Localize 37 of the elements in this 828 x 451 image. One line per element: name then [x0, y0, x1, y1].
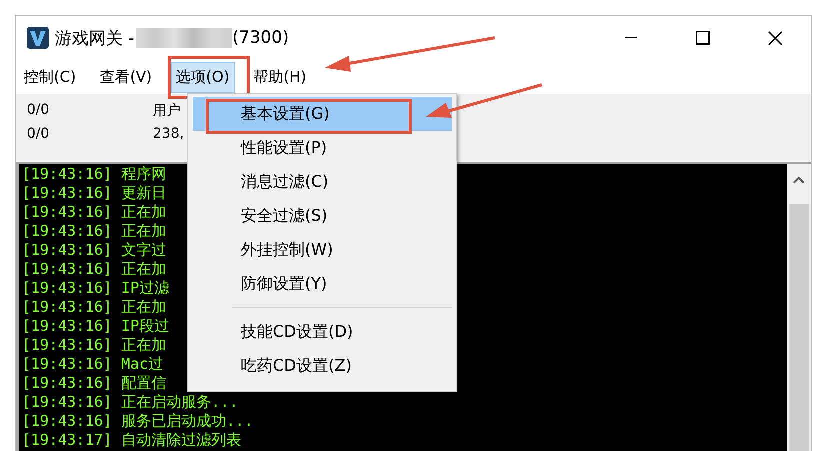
app-logo-icon — [27, 27, 49, 49]
log-line: [19:43:16] 正在加 — [22, 336, 166, 355]
log-line: [19:43:16] 配置信 — [22, 374, 166, 393]
log-line: [19:43:16] 服务已启动成功... — [22, 412, 254, 431]
dropdown-item[interactable]: 消息过滤(C) — [193, 165, 452, 199]
status-text: 0/0 — [27, 126, 50, 144]
menu-item[interactable]: 帮助(H) — [248, 62, 312, 92]
log-line: [19:43:16] IP段过 — [22, 317, 170, 336]
log-line: [19:43:16] IP过滤 — [22, 279, 170, 298]
dropdown-item[interactable]: 性能设置(P) — [193, 131, 452, 165]
close-icon — [768, 30, 782, 46]
dropdown-item[interactable]: 吃药CD设置(Z) — [193, 349, 452, 383]
scroll-up-icon[interactable] — [793, 176, 805, 184]
log-line: [19:43:16] Mac过 — [22, 355, 164, 374]
window-title: 游戏网关 - (7300) — [55, 27, 290, 50]
log-line: [19:43:16] 更新日 — [22, 184, 166, 203]
status-text: 用户 — [153, 102, 181, 121]
log-line: [19:43:16] 文字过 — [22, 241, 166, 260]
status-text: 0/0 — [27, 102, 50, 120]
dropdown-item[interactable]: 安全过滤(S) — [193, 199, 452, 233]
log-line: [19:43:16] 正在加 — [22, 298, 166, 317]
dropdown-item[interactable]: 技能CD设置(D) — [193, 315, 452, 349]
menu-item[interactable]: 控制(C) — [19, 62, 82, 92]
log-line: [19:43:16] 正在启动服务... — [22, 393, 238, 412]
maximize-icon — [696, 31, 710, 45]
minimize-icon — [625, 37, 637, 39]
log-line: [19:43:16] 正在加 — [22, 222, 166, 241]
log-line: [19:43:16] 正在加 — [22, 260, 166, 279]
status-text: 238, — [153, 126, 184, 144]
scrollbar[interactable] — [787, 164, 811, 451]
log-line: [19:43:16] 程序网 — [22, 165, 166, 184]
menu-item[interactable]: 选项(O) — [171, 62, 235, 92]
dropdown-item[interactable]: 外挂控制(W) — [193, 233, 452, 267]
menu-item[interactable]: 查看(V) — [95, 62, 158, 92]
dropdown-item[interactable]: 防御设置(Y) — [193, 267, 452, 301]
log-line: [19:43:16] 正在加 — [22, 203, 166, 222]
log-line: [19:43:17] 自动清除过滤列表 — [22, 431, 242, 450]
